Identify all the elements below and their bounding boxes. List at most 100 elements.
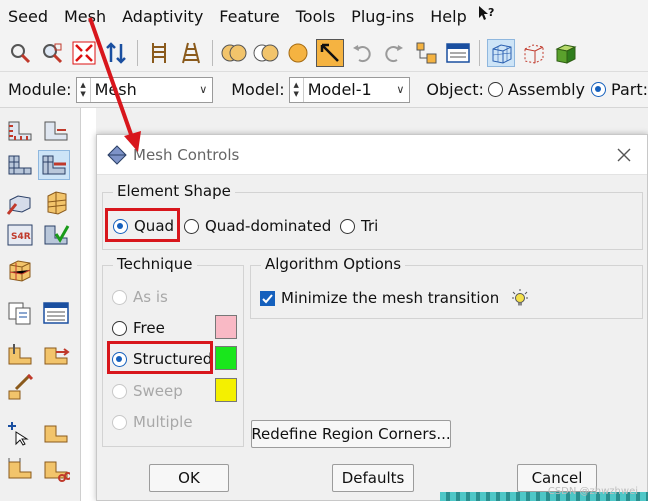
quad-dominated-radio[interactable] <box>184 218 199 234</box>
menu-plug-ins[interactable]: Plug-ins <box>343 0 422 34</box>
structured-highlight-box <box>107 341 213 374</box>
redo-icon[interactable] <box>380 39 408 67</box>
partition-tool-icon[interactable] <box>4 340 36 370</box>
partition-face-tool-icon[interactable] <box>40 340 72 370</box>
part-tree-icon[interactable] <box>412 39 440 67</box>
defaults-button[interactable]: Defaults <box>332 464 414 492</box>
svg-text:?: ? <box>488 6 494 19</box>
verify-mesh-tool-icon[interactable] <box>40 220 72 250</box>
menu-bar: Seed Mesh Adaptivity Feature Tools Plug-… <box>0 0 648 34</box>
module-select[interactable]: ▲ ▼ Mesh ∨ <box>75 76 214 103</box>
s4r-element-tool-icon[interactable]: S4R <box>4 220 36 250</box>
checkbox-checked-icon[interactable] <box>260 290 275 306</box>
sweep-label: Sweep <box>133 382 183 400</box>
whats-this-icon[interactable]: ? <box>475 0 503 34</box>
union-icon[interactable] <box>220 39 248 67</box>
svg-text:S4R: S4R <box>11 232 31 242</box>
undo-icon[interactable] <box>348 39 376 67</box>
object-part-option[interactable]: Part: <box>591 80 648 99</box>
minimize-transition-label: Minimize the mesh transition <box>281 289 500 307</box>
query-icon[interactable] <box>6 39 34 67</box>
free-color-swatch <box>215 315 237 339</box>
multiple-radio <box>112 414 127 430</box>
wireframe-cube-icon[interactable] <box>487 38 515 67</box>
object-assembly-option[interactable]: Assembly <box>487 80 585 99</box>
menu-tools[interactable]: Tools <box>288 0 343 34</box>
toolbar-separator <box>479 39 480 66</box>
technique-title: Technique <box>113 255 197 273</box>
quad-dominated-label: Quad-dominated <box>205 217 332 235</box>
mesh-region-tool-icon[interactable] <box>40 188 72 218</box>
tri-radio[interactable] <box>340 218 355 234</box>
module-spinner-icon[interactable]: ▲ ▼ <box>77 77 91 102</box>
tri-label: Tri <box>361 217 379 235</box>
model-select[interactable]: ▲ ▼ Model-1 ∨ <box>288 76 411 103</box>
intersect-icon[interactable] <box>252 39 280 67</box>
rotate-icon[interactable] <box>102 39 130 67</box>
seed-edge-icon[interactable] <box>145 39 173 67</box>
assembly-radio[interactable] <box>487 82 503 97</box>
shaded-cube-icon[interactable] <box>551 39 579 67</box>
dialog-app-icon <box>107 144 127 165</box>
redefine-region-corners-button[interactable]: Redefine Region Corners... <box>251 420 451 448</box>
model-spinner-icon[interactable]: ▲ ▼ <box>290 77 304 102</box>
minimize-transition-checkbox[interactable]: Minimize the mesh transition <box>260 288 529 308</box>
free-label: Free <box>133 319 165 337</box>
sphere-icon[interactable] <box>284 39 312 67</box>
pan-icon[interactable] <box>316 38 344 67</box>
lightbulb-icon[interactable] <box>511 288 529 308</box>
watermark-text: CSDN @zhwzhwei <box>547 486 638 497</box>
seed-edges-tool-icon[interactable] <box>40 116 72 146</box>
menu-help[interactable]: Help <box>422 0 474 34</box>
close-icon[interactable] <box>613 144 635 166</box>
virtual-topology-tool-icon[interactable] <box>4 372 36 402</box>
seed-part-tool-icon[interactable] <box>4 116 36 146</box>
menu-seed[interactable]: Seed <box>0 0 56 34</box>
menu-adaptivity[interactable]: Adaptivity <box>114 0 211 34</box>
datum-axis-tool-icon[interactable] <box>40 418 72 448</box>
dialog-title-bar: Mesh Controls <box>97 135 647 175</box>
toolbar-separator <box>212 39 213 66</box>
mesh-part-tool-icon[interactable] <box>4 150 36 180</box>
as-is-radio <box>112 289 127 305</box>
element-type-tool-icon[interactable] <box>4 188 36 218</box>
module-bar: Module: ▲ ▼ Mesh ∨ Model: ▲ ▼ Model-1 ∨ Ob… <box>0 72 648 108</box>
as-is-label: As is <box>133 288 168 306</box>
multiple-label: Multiple <box>133 413 193 431</box>
technique-free-option[interactable]: Free <box>112 319 165 337</box>
quad-highlight-box <box>105 208 180 242</box>
seed-part-icon[interactable] <box>177 39 205 67</box>
free-radio[interactable] <box>112 320 127 336</box>
mesh-controls-tool-icon[interactable] <box>38 150 70 180</box>
hidden-cube-icon[interactable] <box>519 39 547 67</box>
part-radio[interactable] <box>591 82 607 97</box>
left-toolbox: S4R <box>0 108 78 501</box>
menu-mesh[interactable]: Mesh <box>56 0 114 34</box>
model-value: Model-1 <box>307 80 372 99</box>
cut-tool-icon[interactable] <box>40 454 72 484</box>
datum-point-tool-icon[interactable] <box>4 418 36 448</box>
shape-quad-dominated-option[interactable]: Quad-dominated <box>184 217 331 235</box>
zoom-icon[interactable] <box>38 39 66 67</box>
mesh-stats-tool-icon[interactable] <box>40 298 72 328</box>
edit-mesh-tool-icon[interactable] <box>4 256 36 286</box>
display-icon[interactable] <box>444 39 472 67</box>
object-label: Object: <box>426 80 484 99</box>
menu-feature[interactable]: Feature <box>211 0 287 34</box>
chevron-down-icon[interactable]: ∨ <box>391 83 409 96</box>
dialog-title: Mesh Controls <box>133 145 240 164</box>
toolbar-separator <box>137 39 138 66</box>
shape-tri-option[interactable]: Tri <box>340 217 378 235</box>
model-label: Model: <box>231 80 285 99</box>
copy-tool-icon[interactable] <box>4 298 36 328</box>
technique-sweep-option: Sweep <box>112 382 183 400</box>
datum-plane-tool-icon[interactable] <box>4 454 36 484</box>
module-value: Mesh <box>94 80 137 99</box>
fit-view-icon[interactable] <box>70 39 98 67</box>
main-toolbar <box>0 34 648 72</box>
structured-color-swatch <box>215 346 237 370</box>
module-label: Module: <box>8 80 72 99</box>
chevron-down-icon[interactable]: ∨ <box>194 83 212 96</box>
ok-button[interactable]: OK <box>149 464 229 492</box>
technique-multiple-option: Multiple <box>112 413 193 431</box>
